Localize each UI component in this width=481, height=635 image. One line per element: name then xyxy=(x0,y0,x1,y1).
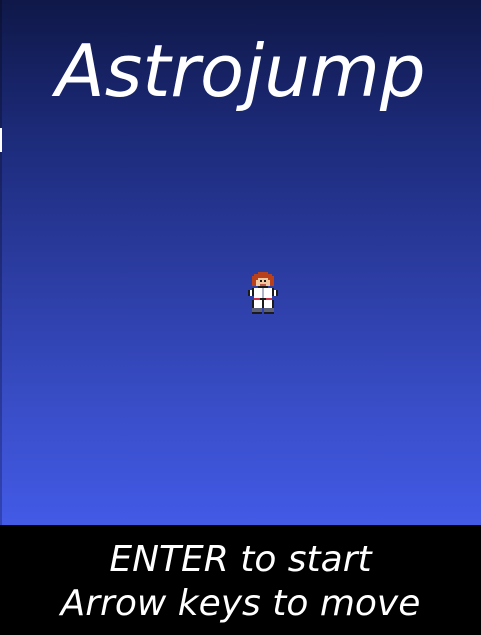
sky-background: Astrojump xyxy=(0,0,481,525)
left-edge-mark xyxy=(0,128,2,152)
move-instruction: Arrow keys to move xyxy=(60,583,421,624)
start-instruction: ENTER to start xyxy=(109,539,372,580)
astronaut-sprite-icon xyxy=(248,272,278,314)
game-title: Astrojump xyxy=(55,29,426,113)
game-screen[interactable]: Astrojump ENTER to start Arrow keys to m… xyxy=(0,0,481,635)
